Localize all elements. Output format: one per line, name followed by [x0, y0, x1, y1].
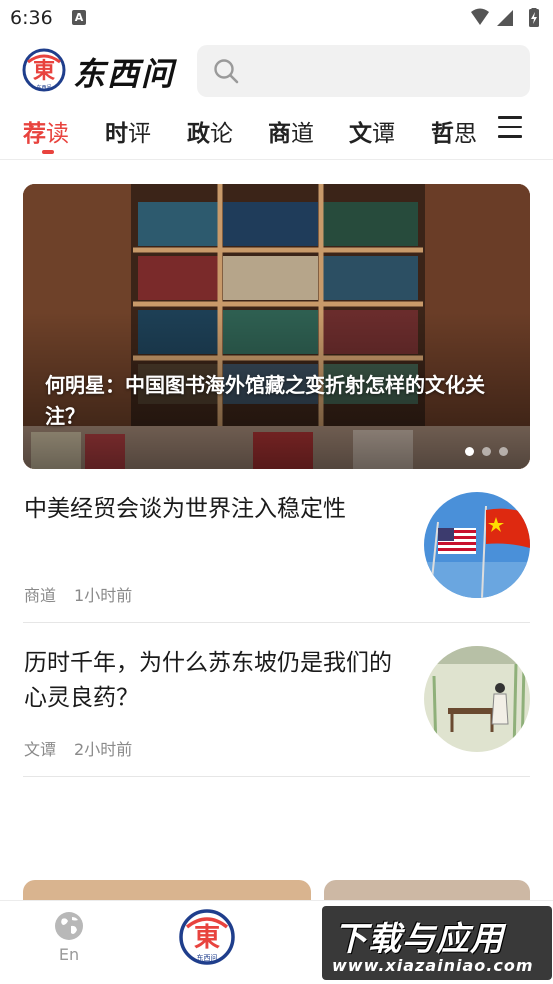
nav-english-label: En — [58, 945, 80, 964]
search-icon — [214, 59, 239, 84]
tab-shangdao[interactable]: 商道 — [268, 114, 314, 148]
featured-banner[interactable]: 何明星：中国图书海外馆藏之变折射怎样的文化关注？ — [23, 184, 530, 469]
news-category: 文谭 — [24, 740, 57, 759]
news-category: 商道 — [24, 586, 57, 605]
tab-zhesi[interactable]: 哲思 — [431, 114, 477, 148]
status-icons — [471, 8, 539, 27]
news-meta: 文谭 2小时前 — [24, 736, 132, 760]
search-input[interactable] — [197, 45, 530, 97]
watermark-overlay: 下载与应用 www.xiazainiao.com — [322, 906, 552, 980]
home-logo-icon: 東 东西问 — [179, 909, 235, 965]
news-thumbnail — [424, 646, 530, 752]
wifi-icon — [471, 8, 489, 25]
china-flag-icon — [486, 508, 530, 548]
watermark-title: 下载与应用 — [334, 919, 504, 958]
active-tab-indicator — [42, 150, 54, 154]
banner-pagination — [457, 441, 508, 456]
watermark-url: www.xiazainiao.com — [332, 956, 534, 975]
app-header: 東 东西问 东西问 — [0, 40, 553, 100]
tabs-divider — [0, 159, 553, 160]
tab-jiandu[interactable]: 荐读 — [23, 114, 69, 148]
news-title: 历时千年，为什么苏东坡仍是我们的心灵良药？ — [24, 650, 392, 711]
globe-icon — [55, 912, 83, 940]
logo-mark-text: 東 — [33, 59, 55, 84]
tab-wentan[interactable]: 文谭 — [349, 114, 395, 148]
news-thumbnail — [424, 492, 530, 598]
nav-home[interactable]: 東 东西问 — [178, 901, 236, 984]
home-logo-sub: 东西问 — [197, 953, 218, 962]
logo-icon[interactable]: 東 东西问 — [22, 48, 66, 92]
banner-title: 何明星：中国图书海外馆藏之变折射怎样的文化关注？ — [45, 373, 485, 428]
notification-icon: A — [72, 10, 86, 25]
banner-dot[interactable] — [482, 447, 491, 456]
category-tabs: 荐读 时评 政论 商道 文谭 哲思 — [0, 106, 553, 158]
news-title: 中美经贸会谈为世界注入稳定性 — [24, 496, 346, 522]
news-item[interactable]: 历时千年，为什么苏东坡仍是我们的心灵良药？ 文谭 2小时前 — [23, 646, 530, 778]
status-time: 6:36 — [10, 7, 53, 29]
banner-dot[interactable] — [499, 447, 508, 456]
logo-sub-text: 东西问 — [36, 84, 51, 91]
news-meta: 商道 1小时前 — [24, 582, 132, 606]
news-time: 2小时前 — [74, 740, 133, 759]
nav-english[interactable]: En — [44, 901, 94, 984]
us-flag-icon — [438, 528, 476, 554]
menu-icon[interactable] — [498, 116, 522, 138]
news-divider — [23, 776, 530, 777]
banner-dot[interactable] — [465, 447, 474, 456]
signal-icon — [497, 10, 513, 26]
tab-shiping[interactable]: 时评 — [105, 114, 151, 148]
news-divider — [23, 622, 530, 623]
app-logo-text: 东西问 — [73, 55, 176, 93]
status-bar: 6:36 A — [0, 0, 553, 36]
tab-zhenglun[interactable]: 政论 — [187, 114, 233, 148]
news-time: 1小时前 — [74, 586, 133, 605]
home-logo-mark: 東 — [194, 923, 220, 953]
news-item[interactable]: 中美经贸会谈为世界注入稳定性 商道 1小时前 — [23, 492, 530, 624]
